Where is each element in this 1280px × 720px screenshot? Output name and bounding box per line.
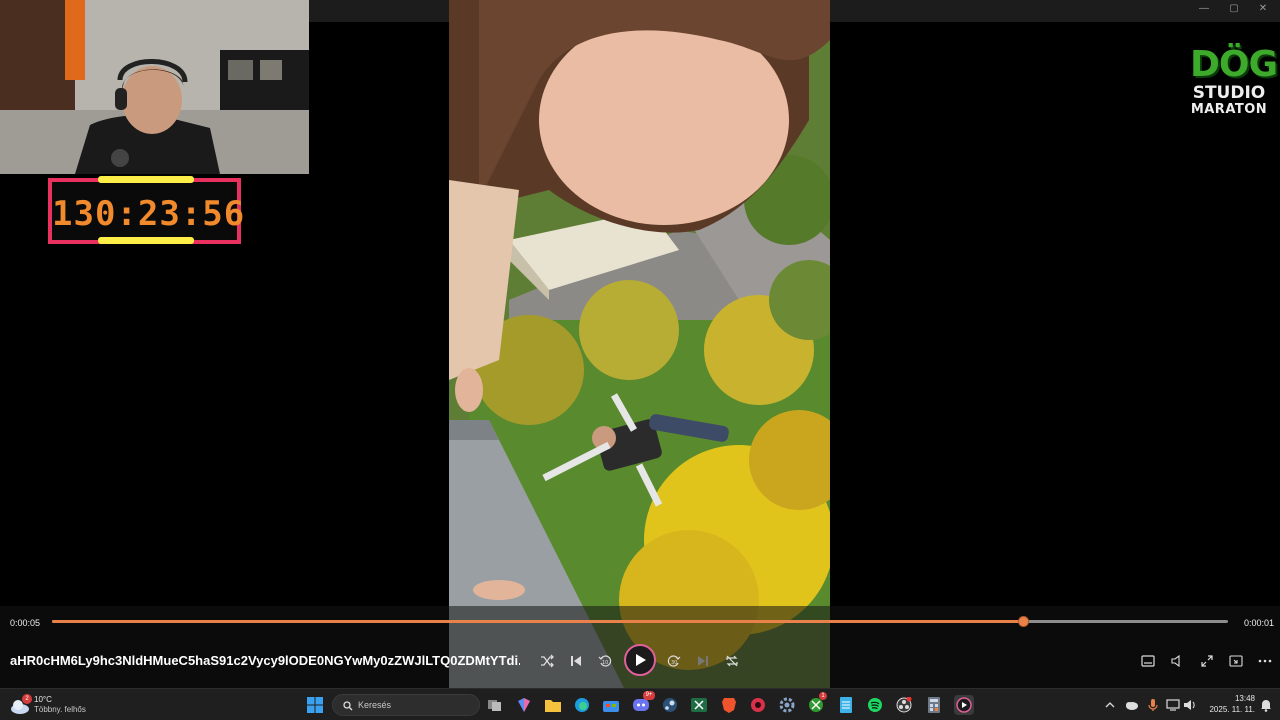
brave-icon[interactable] — [719, 695, 739, 715]
notification-icon[interactable] — [1256, 695, 1276, 715]
media-player-taskbar-icon[interactable] — [954, 695, 974, 715]
calculator-icon[interactable] — [924, 695, 944, 715]
svg-text:30: 30 — [671, 660, 677, 666]
store-icon[interactable] — [601, 695, 621, 715]
next-icon[interactable] — [692, 650, 714, 672]
microphone-icon[interactable] — [1143, 695, 1163, 715]
onedrive-icon[interactable] — [1121, 695, 1141, 715]
search-icon — [343, 701, 353, 711]
fullscreen-icon[interactable] — [1196, 650, 1218, 672]
weather-temp: 10°C — [34, 695, 52, 704]
player-controls: 0:00:05 0:00:01 aHR0cHM6Ly9hc3NldHMueC5h… — [0, 606, 1280, 688]
chevron-up-icon[interactable] — [1100, 695, 1120, 715]
weather-desc: Többny. felhős — [34, 705, 86, 714]
timer-accent-top — [98, 176, 194, 183]
rewind-10-icon[interactable]: 10 — [594, 650, 616, 672]
seek-progress — [52, 620, 1024, 623]
video-frame[interactable] — [449, 0, 830, 688]
clock-time: 13:48 — [1234, 694, 1255, 703]
spotify-icon[interactable] — [865, 695, 885, 715]
search-placeholder: Keresés — [358, 700, 392, 710]
settings-icon[interactable] — [777, 695, 797, 715]
logo-line3: MARATON — [1190, 102, 1268, 117]
logo-line2: STUDIO — [1192, 83, 1266, 103]
discord-badge: 9+ — [643, 691, 655, 700]
marathon-timer: 130:23:56 — [48, 176, 246, 244]
seek-bar[interactable] — [52, 616, 1228, 627]
search-box[interactable]: Keresés — [332, 694, 480, 716]
weather-widget[interactable]: 2 10°C Többny. felhős — [10, 694, 110, 716]
taskbar: 2 10°C Többny. felhős Keresés 9+ 1 13:48… — [0, 688, 1280, 720]
xbox-icon[interactable]: 1 — [806, 692, 827, 715]
speaker-icon[interactable] — [1180, 695, 1200, 715]
play-button[interactable] — [624, 644, 656, 676]
webcam-image — [0, 0, 309, 174]
xbox-badge: 1 — [819, 692, 827, 700]
copilot-icon[interactable] — [514, 695, 534, 715]
seek-thumb[interactable] — [1018, 616, 1030, 627]
repeat-off-icon[interactable] — [721, 650, 743, 672]
media-title: aHR0cHM6Ly9hc3NldHMueC5haS91c2Vycy9lODE0… — [10, 653, 520, 668]
notepad-icon[interactable] — [836, 695, 856, 715]
forward-30-icon[interactable]: 30 — [663, 650, 685, 672]
more-icon[interactable] — [1254, 650, 1276, 672]
close-icon[interactable]: ✕ — [1255, 3, 1271, 14]
weather-badge: 2 — [22, 694, 32, 704]
play-icon — [636, 654, 646, 666]
clock[interactable]: 13:48 2025. 11. 11. — [1203, 693, 1255, 715]
clock-date: 2025. 11. 11. — [1209, 705, 1255, 714]
volume-icon[interactable] — [1166, 650, 1188, 672]
file-explorer-icon[interactable] — [543, 695, 563, 715]
media-player-window: — ▢ ✕ 130:23:56 DÖG STUDIO MARATON 0:00:… — [0, 0, 1280, 688]
webcam-overlay — [0, 0, 309, 174]
minimize-icon[interactable]: — — [1196, 3, 1212, 14]
edge-icon[interactable] — [572, 695, 592, 715]
previous-icon[interactable] — [565, 650, 587, 672]
video-scene-image — [449, 0, 830, 688]
remaining-time: 0:00:01 — [1244, 618, 1275, 628]
start-icon[interactable] — [305, 695, 325, 715]
svg-text:10: 10 — [602, 660, 608, 666]
recorder-icon[interactable] — [748, 695, 768, 715]
discord-icon[interactable]: 9+ — [631, 691, 655, 715]
elapsed-time: 0:00:05 — [10, 618, 41, 628]
task-view-icon[interactable] — [485, 695, 505, 715]
excel-icon[interactable] — [689, 695, 709, 715]
miniplayer-icon[interactable] — [1225, 650, 1247, 672]
steam-icon[interactable] — [660, 695, 680, 715]
dog-studio-maraton-logo: DÖG STUDIO MARATON — [1190, 44, 1278, 118]
maximize-icon[interactable]: ▢ — [1226, 3, 1242, 14]
logo-line1: DÖG — [1190, 44, 1278, 85]
obs-icon[interactable] — [894, 695, 914, 715]
shuffle-icon[interactable] — [536, 650, 558, 672]
timer-accent-bottom — [98, 237, 194, 244]
subtitles-icon[interactable] — [1137, 650, 1159, 672]
timer-value: 130:23:56 — [52, 194, 246, 234]
